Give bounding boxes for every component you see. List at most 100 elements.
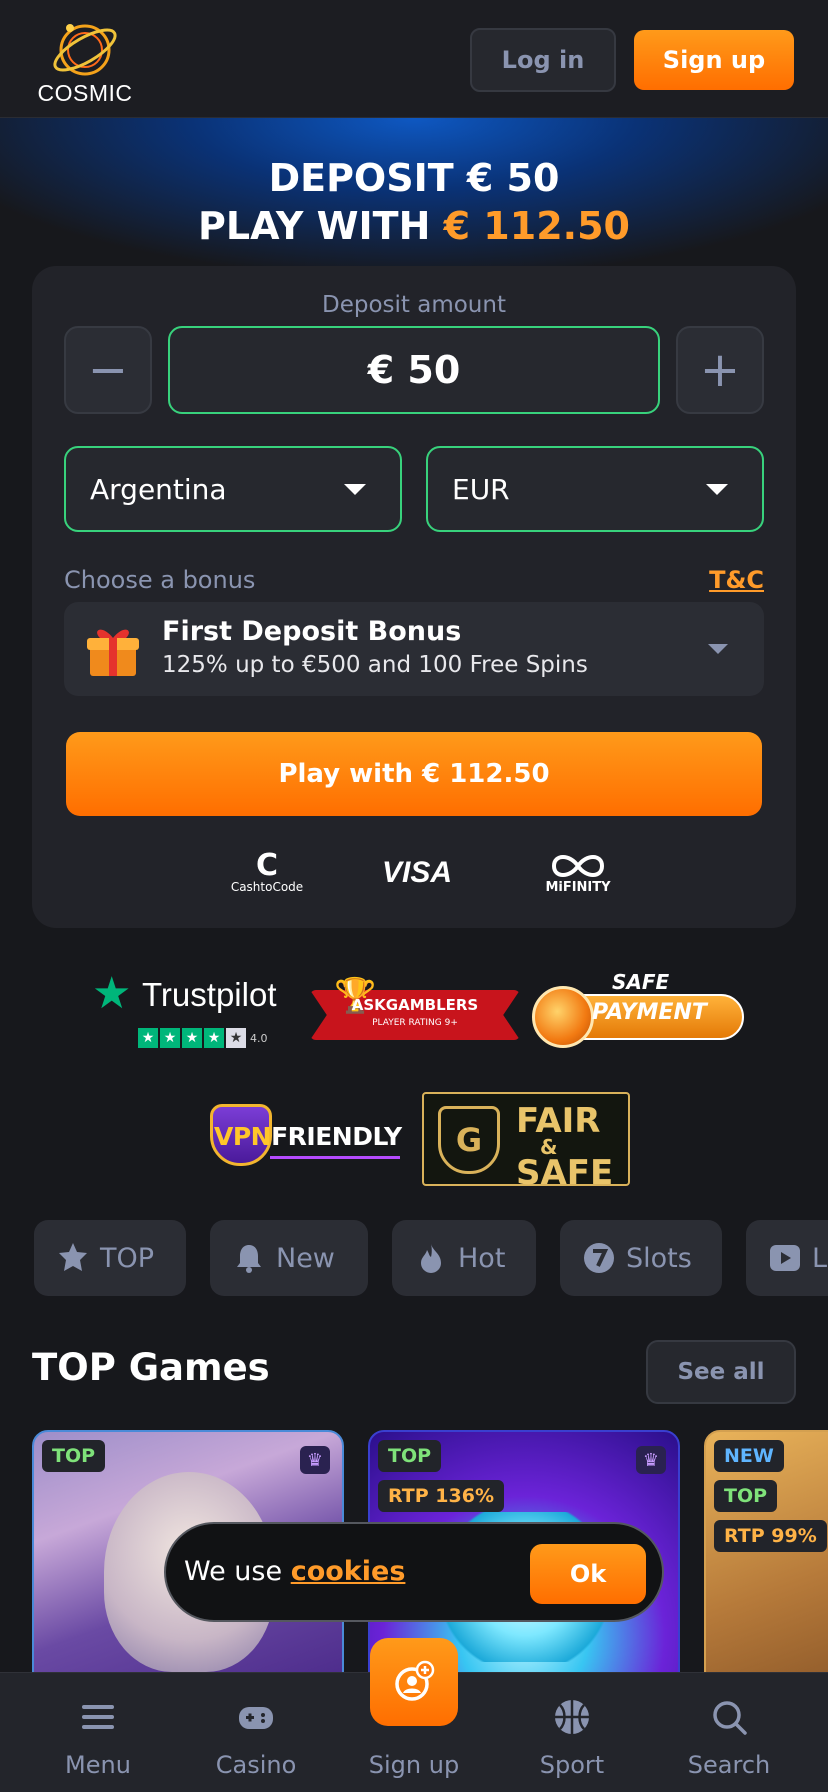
- rtp-tag: RTP 99%: [714, 1520, 827, 1552]
- deposit-amount-label: Deposit amount: [322, 292, 506, 318]
- trustpilot-star-icon: ★: [92, 968, 132, 1019]
- star-icon: ★: [138, 1028, 158, 1048]
- safe-payment-badge: SAFE PAYMENT: [532, 970, 744, 1048]
- increase-amount-button[interactable]: +: [676, 326, 764, 414]
- chip-label: New: [276, 1242, 335, 1274]
- menu-icon: [82, 1705, 114, 1729]
- trophy-icon: ♛: [300, 1446, 330, 1474]
- star-icon: ★: [204, 1028, 224, 1048]
- planet-ring-icon: [53, 24, 117, 76]
- trustpilot-rating-stars: ★ ★ ★ ★ ★: [138, 1028, 246, 1048]
- payment-text: PAYMENT: [592, 1000, 707, 1025]
- top-tag: TOP: [42, 1440, 106, 1472]
- cookie-prefix: We use: [184, 1556, 283, 1587]
- friendly-text: FRIENDLY: [271, 1122, 402, 1151]
- search-icon: [713, 1701, 747, 1735]
- bell-icon: [237, 1245, 261, 1273]
- deposit-amount-field[interactable]: € 50: [168, 326, 660, 414]
- nav-label: Casino: [215, 1751, 297, 1779]
- infinity-icon: [551, 854, 605, 877]
- chip-label: Slots: [626, 1242, 692, 1274]
- top-tag: TOP: [378, 1440, 442, 1472]
- hero-play-amount: € 112.50: [443, 204, 630, 248]
- bonus-select[interactable]: First Deposit Bonus 125% up to €500 and …: [64, 602, 764, 696]
- top-games-title: TOP Games: [32, 1346, 270, 1389]
- hero-deposit-line: DEPOSIT € 50: [268, 156, 560, 200]
- mifinity-logo: MiFINITY: [528, 846, 628, 900]
- nav-menu[interactable]: Menu: [23, 1673, 173, 1792]
- nav-label: Search: [687, 1751, 771, 1779]
- vpn-text: VPN: [214, 1122, 272, 1151]
- trustpilot-name: Trustpilot: [142, 976, 277, 1013]
- mifinity-text: MiFINITY: [545, 879, 611, 895]
- nav-label: Menu: [65, 1751, 131, 1779]
- cookie-ok-button[interactable]: Ok: [530, 1544, 646, 1604]
- terms-link[interactable]: T&C: [709, 566, 764, 594]
- cookie-banner: We use cookies Ok: [164, 1522, 664, 1622]
- nav-label: Sign up: [368, 1751, 460, 1779]
- play-icon: [770, 1245, 800, 1271]
- basketball-icon: [555, 1700, 589, 1734]
- caret-down-icon: [706, 484, 728, 495]
- cashtocode-text: CashtoCode: [230, 880, 304, 894]
- header: COSMIC Log in Sign up: [0, 0, 828, 118]
- coin-icon: [532, 986, 594, 1048]
- safe-word-text: SAFE: [516, 1153, 614, 1193]
- deposit-card: Deposit amount − € 50 + Argentina EUR Ch…: [32, 266, 796, 928]
- chip-slots[interactable]: Slots: [560, 1220, 722, 1296]
- askgamblers-name: ASKGAMBLERS: [351, 996, 479, 1014]
- nav-search[interactable]: Search: [654, 1673, 804, 1792]
- signup-button[interactable]: Sign up: [634, 30, 794, 90]
- amp-text: &: [540, 1135, 558, 1159]
- cookies-link[interactable]: cookies: [291, 1556, 406, 1587]
- top-tag: TOP: [714, 1480, 778, 1512]
- fair-safe-badge: G FAIR & SAFE: [422, 1092, 630, 1192]
- country-value: Argentina: [90, 472, 227, 506]
- signup-fab-button[interactable]: [370, 1638, 458, 1726]
- rtp-tag: RTP 136%: [378, 1480, 504, 1512]
- new-tag: NEW: [714, 1440, 784, 1472]
- bonus-title: First Deposit Bonus: [162, 616, 462, 647]
- chip-hot[interactable]: Hot: [392, 1220, 536, 1296]
- star-icon: ★: [226, 1028, 246, 1048]
- choose-bonus-label: Choose a bonus: [64, 566, 256, 594]
- logo-text: COSMIC: [37, 80, 133, 106]
- play-with-button[interactable]: Play with € 112.50: [66, 732, 762, 816]
- decrease-amount-button[interactable]: −: [64, 326, 152, 414]
- chip-top[interactable]: TOP: [34, 1220, 186, 1296]
- currency-value: EUR: [452, 472, 510, 506]
- chip-label: Hot: [458, 1242, 506, 1274]
- hero-play-line: PLAY WITH € 112.50: [0, 204, 828, 248]
- flame-icon: [421, 1244, 441, 1273]
- game-card[interactable]: NEW TOP RTP 99%: [704, 1430, 828, 1680]
- user-plus-icon: [395, 1660, 435, 1701]
- visa-logo: VISA: [381, 856, 453, 889]
- hero-play-prefix: PLAY WITH: [198, 204, 431, 248]
- chip-live[interactable]: L: [746, 1220, 828, 1296]
- cashtocode-mark: C: [255, 848, 279, 883]
- cosmic-logo[interactable]: COSMIC: [30, 16, 140, 108]
- category-chips: TOP New Hot Slots L: [34, 1220, 828, 1296]
- star-badge-icon: [59, 1243, 87, 1271]
- chip-label: TOP: [100, 1242, 155, 1274]
- nav-sport[interactable]: Sport: [497, 1673, 647, 1792]
- star-icon: ★: [160, 1028, 180, 1048]
- promo-hero: DEPOSIT € 50 PLAY WITH € 112.50: [0, 118, 828, 278]
- caret-down-icon: [344, 484, 366, 495]
- chip-new[interactable]: New: [210, 1220, 368, 1296]
- fair-safe-text: FAIR & SAFE: [516, 1102, 613, 1192]
- currency-select[interactable]: EUR: [426, 446, 764, 532]
- gamepad-icon: [239, 1707, 273, 1729]
- country-select[interactable]: Argentina: [64, 446, 402, 532]
- cookie-message: We use cookies: [184, 1556, 405, 1587]
- see-all-button[interactable]: See all: [646, 1340, 796, 1404]
- nav-casino[interactable]: Casino: [181, 1673, 331, 1792]
- nav-label: Sport: [539, 1751, 605, 1779]
- star-icon: ★: [182, 1028, 202, 1048]
- chip-label: L: [812, 1242, 828, 1274]
- askgamblers-badge: 🏆 ASKGAMBLERS PLAYER RATING 9+: [310, 976, 520, 1046]
- bonus-description: 125% up to €500 and 100 Free Spins: [162, 652, 588, 678]
- underline-decoration: [270, 1156, 400, 1159]
- cashtocode-logo: C CashtoCode: [222, 846, 312, 900]
- login-button[interactable]: Log in: [470, 28, 616, 92]
